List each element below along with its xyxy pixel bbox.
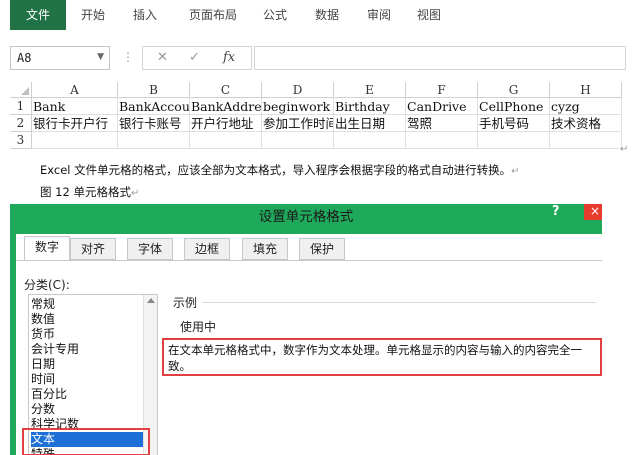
cell-e3[interactable] bbox=[334, 132, 406, 149]
cell-h1[interactable]: cyzg bbox=[550, 98, 622, 115]
scroll-up-icon[interactable] bbox=[147, 298, 155, 303]
category-time[interactable]: 时间 bbox=[31, 372, 155, 387]
cell-d2[interactable]: 参加工作时间 bbox=[262, 115, 334, 132]
cell-c1[interactable]: BankAddre bbox=[190, 98, 262, 115]
spreadsheet-grid: A B C D E F G H 1 2 3 Bank BankAccou Ban… bbox=[10, 82, 622, 152]
body-paragraph: Excel 文件单元格的格式，应该全部为文本格式，导入程序会根据字段的格式自动进… bbox=[40, 162, 520, 178]
cell-c3[interactable] bbox=[190, 132, 262, 149]
row-header-3[interactable]: 3 bbox=[10, 132, 32, 149]
chevron-down-icon[interactable]: ▼ bbox=[97, 52, 104, 62]
highlight-text-category bbox=[22, 428, 150, 455]
tab-insert[interactable]: 插入 bbox=[122, 0, 168, 30]
category-general[interactable]: 常规 bbox=[31, 297, 155, 312]
cell-e2[interactable]: 出生日期 bbox=[334, 115, 406, 132]
category-currency[interactable]: 货币 bbox=[31, 327, 155, 342]
select-all-corner[interactable] bbox=[10, 82, 32, 98]
cell-d1[interactable]: beginwork bbox=[262, 98, 334, 115]
cell-h3[interactable] bbox=[550, 132, 622, 149]
column-header-c[interactable]: C bbox=[190, 82, 262, 98]
tab-protection[interactable]: 保护 bbox=[299, 238, 345, 260]
column-header-g[interactable]: G bbox=[478, 82, 550, 98]
cell-b3[interactable] bbox=[118, 132, 190, 149]
tab-view[interactable]: 视图 bbox=[406, 0, 452, 30]
sample-value: 使用中 bbox=[180, 320, 217, 334]
category-fraction[interactable]: 分数 bbox=[31, 402, 155, 417]
cell-f1[interactable]: CanDrive bbox=[406, 98, 478, 115]
cell-a1[interactable]: Bank bbox=[32, 98, 118, 115]
cell-g3[interactable] bbox=[478, 132, 550, 149]
tab-review[interactable]: 审阅 bbox=[356, 0, 402, 30]
figure-caption: 图 12 单元格格式↵ bbox=[40, 184, 139, 200]
caption-text: 图 12 单元格格式 bbox=[40, 185, 131, 199]
tab-fill[interactable]: 填充 bbox=[242, 238, 288, 260]
name-box[interactable]: A8 ▼ bbox=[10, 46, 110, 70]
name-box-value: A8 bbox=[17, 51, 32, 65]
formula-input[interactable] bbox=[254, 46, 626, 70]
vertical-dots-icon: ⋮ bbox=[122, 50, 134, 64]
close-icon[interactable]: × bbox=[584, 204, 602, 220]
cell-f2[interactable]: 驾照 bbox=[406, 115, 478, 132]
cell-b2[interactable]: 银行卡账号 bbox=[118, 115, 190, 132]
category-label: 分类(C): bbox=[24, 278, 70, 292]
cell-d3[interactable] bbox=[262, 132, 334, 149]
tab-alignment[interactable]: 对齐 bbox=[70, 238, 116, 260]
dialog-body: 数字 对齐 字体 边框 填充 保护 分类(C): 常规 数值 货币 会计专用 日… bbox=[16, 234, 602, 455]
tab-page-layout[interactable]: 页面布局 bbox=[180, 0, 246, 30]
cell-a2[interactable]: 银行卡开户行 bbox=[32, 115, 118, 132]
tab-divider bbox=[16, 260, 602, 261]
cell-h2[interactable]: 技术资格 bbox=[550, 115, 622, 132]
category-date[interactable]: 日期 bbox=[31, 357, 155, 372]
tab-formulas[interactable]: 公式 bbox=[252, 0, 298, 30]
formula-buttons: ✕ ✓ fx bbox=[142, 46, 252, 70]
tab-font[interactable]: 字体 bbox=[127, 238, 173, 260]
sample-divider bbox=[202, 302, 596, 303]
highlight-description bbox=[162, 338, 602, 376]
paragraph-mark: ↵ bbox=[511, 166, 520, 177]
help-icon[interactable]: ? bbox=[552, 204, 560, 219]
cell-b1[interactable]: BankAccou bbox=[118, 98, 190, 115]
paragraph-mark: ↵ bbox=[620, 144, 629, 155]
insert-function-icon[interactable]: fx bbox=[223, 50, 235, 65]
dialog-title: 设置单元格格式 bbox=[258, 209, 354, 225]
cell-f3[interactable] bbox=[406, 132, 478, 149]
cancel-icon[interactable]: ✕ bbox=[157, 50, 168, 65]
column-header-d[interactable]: D bbox=[262, 82, 334, 98]
category-percentage[interactable]: 百分比 bbox=[31, 387, 155, 402]
category-number[interactable]: 数值 bbox=[31, 312, 155, 327]
cell-g2[interactable]: 手机号码 bbox=[478, 115, 550, 132]
ribbon-tab-bar: 文件 开始 插入 页面布局 公式 数据 审阅 视图 bbox=[0, 0, 636, 34]
row-header-1[interactable]: 1 bbox=[10, 98, 32, 115]
paragraph-text: Excel 文件单元格的格式，应该全部为文本格式，导入程序会根据字段的格式自动进… bbox=[40, 163, 512, 177]
column-header-a[interactable]: A bbox=[32, 82, 118, 98]
column-header-f[interactable]: F bbox=[406, 82, 478, 98]
format-cells-dialog: 设置单元格格式 ? × 数字 对齐 字体 边框 填充 保护 分类(C): 常规 … bbox=[10, 204, 602, 455]
tab-home[interactable]: 开始 bbox=[70, 0, 116, 30]
cell-a3[interactable] bbox=[32, 132, 118, 149]
column-header-b[interactable]: B bbox=[118, 82, 190, 98]
row-header-2[interactable]: 2 bbox=[10, 115, 32, 132]
category-accounting[interactable]: 会计专用 bbox=[31, 342, 155, 357]
tab-border[interactable]: 边框 bbox=[184, 238, 230, 260]
paragraph-mark: ↵ bbox=[130, 188, 140, 199]
cell-g1[interactable]: CellPhone bbox=[478, 98, 550, 115]
enter-icon[interactable]: ✓ bbox=[189, 50, 200, 65]
tab-file[interactable]: 文件 bbox=[10, 0, 66, 30]
cell-c2[interactable]: 开户行地址 bbox=[190, 115, 262, 132]
column-header-e[interactable]: E bbox=[334, 82, 406, 98]
tab-number[interactable]: 数字 bbox=[24, 236, 70, 261]
sample-label: 示例 bbox=[173, 296, 198, 310]
tab-data[interactable]: 数据 bbox=[304, 0, 350, 30]
cell-e1[interactable]: Birthday bbox=[334, 98, 406, 115]
column-header-h[interactable]: H bbox=[550, 82, 622, 98]
